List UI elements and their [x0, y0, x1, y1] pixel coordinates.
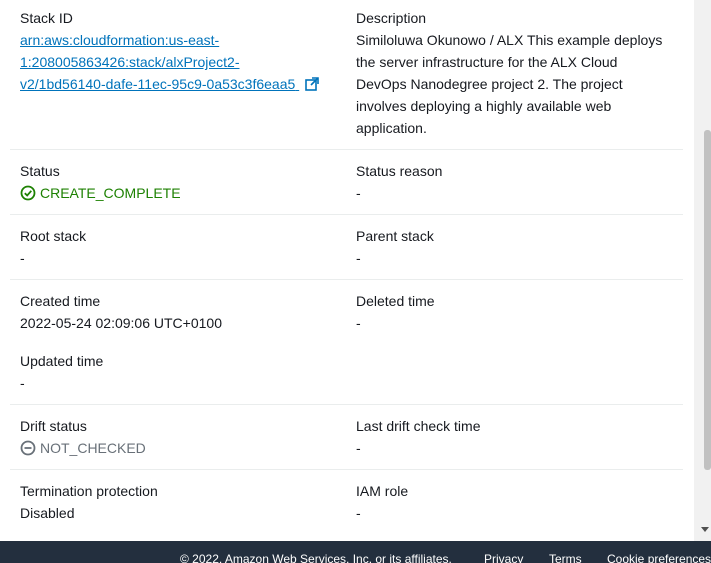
description-value: Similoluwa Okunowo / ALX This example de… — [356, 32, 663, 136]
deleted-time-label: Deleted time — [356, 293, 435, 309]
root-stack-label: Root stack — [20, 228, 87, 244]
status-reason-value: - — [356, 185, 361, 201]
description-label: Description — [356, 10, 427, 26]
divider — [10, 149, 683, 150]
divider — [10, 404, 683, 405]
updated-time-value: - — [20, 375, 25, 391]
stack-id-value: arn:aws:cloudformation:us-east- 1:208005… — [20, 29, 340, 97]
parent-stack-label: Parent stack — [356, 228, 434, 244]
last-drift-check-label: Last drift check time — [356, 418, 481, 434]
status-value: CREATE_COMPLETE — [20, 182, 181, 207]
divider — [10, 469, 683, 470]
status-reason-label: Status reason — [356, 163, 443, 179]
footer-terms-link[interactable]: Terms — [549, 552, 582, 563]
footer-copyright: © 2022, Amazon Web Services, Inc. or its… — [180, 552, 452, 563]
root-stack-value: - — [20, 250, 25, 266]
divider — [10, 214, 683, 215]
drift-status-value: NOT_CHECKED — [20, 437, 146, 462]
iam-role-label: IAM role — [356, 483, 409, 499]
status-label: Status — [20, 163, 60, 179]
stack-details-panel: Stack ID arn:aws:cloudformation:us-east-… — [0, 0, 694, 541]
scrollbar-thumb[interactable] — [704, 130, 711, 470]
created-time-label: Created time — [20, 293, 101, 309]
iam-role-value: - — [356, 505, 361, 521]
deleted-time-value: - — [356, 315, 361, 331]
drift-status-label: Drift status — [20, 418, 87, 434]
stack-id-link[interactable]: arn:aws:cloudformation:us-east- 1:208005… — [20, 32, 299, 92]
termination-protection-value: Disabled — [20, 505, 75, 521]
minus-circle-icon — [20, 440, 36, 462]
footer-cookie-preferences-link[interactable]: Cookie preferences — [607, 552, 711, 563]
last-drift-check-value: - — [356, 440, 361, 456]
check-circle-icon — [20, 185, 36, 207]
footer: © 2022, Amazon Web Services, Inc. or its… — [0, 541, 711, 563]
created-time-value: 2022-05-24 02:09:06 UTC+0100 — [20, 315, 222, 331]
termination-protection-label: Termination protection — [20, 483, 158, 499]
updated-time-label: Updated time — [20, 353, 104, 369]
external-link-icon[interactable] — [305, 75, 319, 97]
footer-privacy-link[interactable]: Privacy — [484, 552, 523, 563]
divider — [10, 279, 683, 280]
parent-stack-value: - — [356, 250, 361, 266]
scroll-down-arrow-icon[interactable] — [701, 527, 709, 532]
stack-id-label: Stack ID — [20, 10, 73, 26]
